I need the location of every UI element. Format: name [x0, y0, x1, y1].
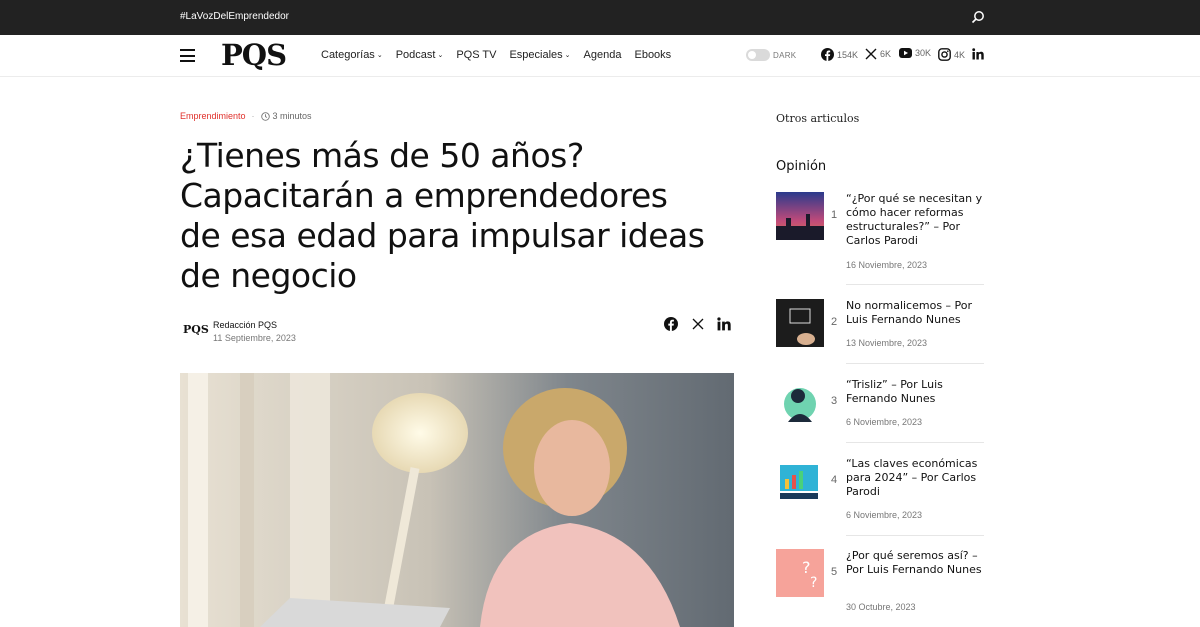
article-thumbnail — [776, 378, 824, 426]
linkedin-share-icon[interactable] — [717, 317, 731, 331]
item-title: ¿Por qué seremos así? – Por Luis Fernand… — [846, 549, 982, 576]
title-line: de negocio — [180, 256, 357, 295]
main-header: PQS Categorías ⌄ Podcast ⌄ PQS TV Especial… — [0, 35, 1200, 77]
divider — [846, 535, 984, 536]
article-thumbnail — [776, 457, 824, 505]
dark-mode-label: DARK — [773, 51, 797, 60]
divider — [846, 442, 984, 443]
article-thumbnail — [776, 299, 824, 347]
svg-text:?: ? — [810, 575, 817, 591]
top-bar: #LaVozDelEmprendedor — [0, 0, 1200, 35]
item-number: 4 — [831, 474, 838, 486]
youtube-link[interactable]: 30K — [899, 48, 931, 58]
publish-date: 11 Septiembre, 2023 — [213, 333, 296, 343]
article-meta: Emprendimiento · 3 minutos — [180, 111, 312, 121]
dark-mode-toggle[interactable] — [746, 49, 770, 61]
item-date: 30 Octubre, 2023 — [846, 602, 916, 612]
item-number: 3 — [831, 395, 838, 407]
facebook-link[interactable]: 154K — [821, 48, 858, 61]
question-marks-image: ? ? — [776, 549, 824, 597]
title-line: ¿Tienes más de 50 años? — [180, 136, 584, 175]
item-date: 6 Noviembre, 2023 — [846, 417, 923, 427]
nav-item-pqs-tv[interactable]: PQS TV — [456, 49, 496, 61]
economy-illustration-image — [776, 457, 824, 505]
item-title: “Trisliz” – Por Luis Fernando Nunes — [846, 378, 943, 405]
linkedin-icon — [972, 48, 984, 60]
nav-item-especiales[interactable]: Especiales ⌄ — [509, 49, 570, 61]
list-item[interactable]: 3 “Trisliz” – Por Luis Fernando Nunes 6 … — [776, 378, 984, 444]
chevron-down-icon: ⌄ — [564, 52, 571, 59]
instagram-icon — [938, 48, 951, 61]
author-name[interactable]: Redacción PQS — [213, 320, 277, 330]
chevron-down-icon: ⌄ — [376, 52, 383, 59]
site-logo[interactable]: PQS — [221, 38, 287, 72]
divider — [846, 284, 984, 285]
list-item[interactable]: 1 “¿Por qué se necesitan y cómo hacer re… — [776, 192, 984, 285]
sidebar-section-title: Opinión — [776, 159, 827, 174]
x-icon — [865, 48, 877, 60]
title-line: de esa edad para impulsar ideas — [180, 216, 705, 255]
menu-icon[interactable] — [180, 49, 195, 62]
woman-laptop-photo — [180, 373, 734, 627]
item-date: 13 Noviembre, 2023 — [846, 338, 928, 348]
nav-item-agenda[interactable]: Agenda — [584, 49, 622, 61]
item-date: 6 Noviembre, 2023 — [846, 510, 923, 520]
article-title: ¿Tienes más de 50 años? Capacitarán a em… — [180, 136, 740, 296]
divider — [846, 363, 984, 364]
nav-item-categorias[interactable]: Categorías ⌄ — [321, 49, 383, 61]
city-sunset-image — [776, 192, 824, 240]
item-title: “¿Por qué se necesitan y cómo hacer refo… — [846, 192, 983, 247]
item-date: 16 Noviembre, 2023 — [846, 260, 928, 270]
list-item[interactable]: 2 No normalicemos – Por Luis Fernando Nu… — [776, 299, 984, 365]
category-link[interactable]: Emprendimiento — [180, 111, 246, 121]
youtube-icon — [899, 48, 912, 58]
chalkboard-image — [776, 299, 824, 347]
title-line: Capacitarán a emprendedores — [180, 176, 668, 215]
linkedin-link[interactable] — [972, 48, 984, 60]
search-icon[interactable] — [971, 10, 985, 24]
facebook-share-icon[interactable] — [664, 317, 678, 331]
chevron-down-icon: ⌄ — [437, 52, 444, 59]
hero-image — [180, 373, 734, 627]
hashtag-link[interactable]: #LaVozDelEmprendedor — [180, 11, 289, 22]
nav-item-podcast[interactable]: Podcast ⌄ — [396, 49, 444, 61]
facebook-icon — [821, 48, 834, 61]
item-title: “Las claves económicas para 2024” – Por … — [846, 457, 978, 498]
instagram-link[interactable]: 4K — [938, 48, 965, 61]
article-thumbnail: ? ? — [776, 549, 824, 597]
item-number: 2 — [831, 316, 838, 328]
list-item[interactable]: 4 “Las claves económicas para 2024” – Po… — [776, 457, 984, 536]
nav-item-ebooks[interactable]: Ebooks — [634, 49, 671, 61]
x-share-icon[interactable] — [691, 317, 705, 331]
clock-icon — [260, 111, 270, 121]
list-item[interactable]: ? ? 5 ¿Por qué seremos así? – Por Luis F… — [776, 549, 984, 615]
main-nav: Categorías ⌄ Podcast ⌄ PQS TV Especiales ⌄ … — [321, 49, 684, 61]
item-number: 1 — [831, 209, 838, 221]
read-time: 3 minutos — [260, 111, 312, 121]
article-thumbnail — [776, 192, 824, 240]
sidebar-heading: Otros articulos — [776, 112, 860, 125]
separator-dot: · — [251, 111, 255, 121]
item-title: No normalicemos – Por Luis Fernando Nune… — [846, 299, 973, 326]
x-link[interactable]: 6K — [865, 48, 891, 60]
author-avatar: PQS — [183, 323, 209, 336]
item-number: 5 — [831, 566, 838, 578]
illustration-image — [776, 378, 824, 426]
